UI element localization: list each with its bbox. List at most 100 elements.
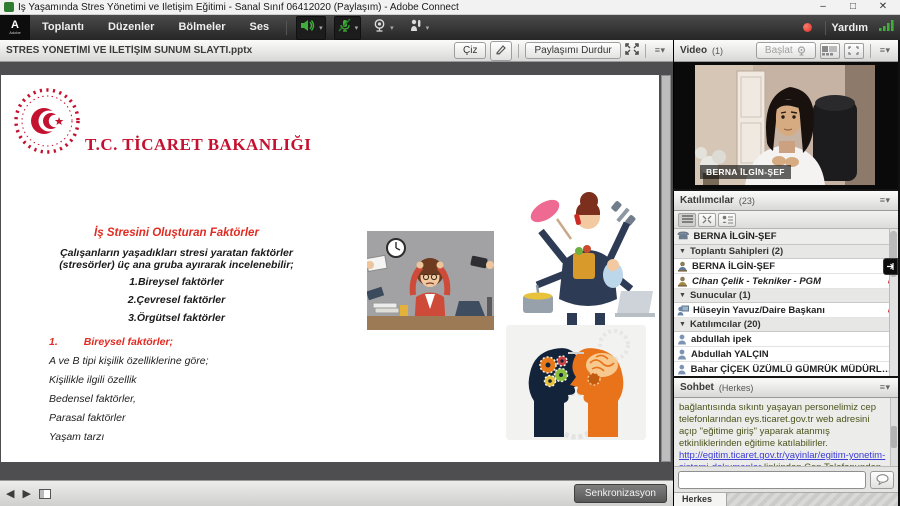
draw-button[interactable]: Çiz <box>454 42 486 59</box>
stop-sharing-button[interactable]: Paylaşımı Durdur <box>525 42 620 59</box>
host-badge-icon <box>677 261 688 272</box>
collapse-icon: ▼ <box>679 248 686 255</box>
ministry-title: T.C. TİCARET BAKANLIĞI <box>85 135 311 155</box>
slide-sub-list: 1.Bireysel faktörler; A ve B tipi kişili… <box>49 333 209 447</box>
sidebar: Video (1) Başlat <box>673 40 898 506</box>
microphone-control[interactable]: ▾ <box>334 16 362 40</box>
webcam-control[interactable]: ▾ <box>369 16 397 40</box>
chat-pod-header: Sohbet (Herkes) ≡ ▾ <box>674 378 898 398</box>
participants-title: Katılımcılar <box>680 195 734 206</box>
group-header-hosts[interactable]: ▼ Toplantı Sahipleri (2) <box>674 245 898 259</box>
menu-bolmeler[interactable]: Bölmeler <box>166 15 237 40</box>
group-header-participants[interactable]: ▼ Katılımcılar (20) <box>674 318 898 332</box>
video-pod-header: Video (1) Başlat <box>674 40 898 62</box>
participant-row[interactable]: BERNA İLGİN-ŞEF <box>674 259 898 274</box>
sync-button[interactable]: Senkronizasyon <box>574 484 667 503</box>
webcam-caret-icon[interactable]: ▾ <box>390 24 394 32</box>
main-area: STRES YÖNETİMİ VE İLETİŞİM SUNUM SLAYTI.… <box>0 40 900 506</box>
recording-indicator-icon <box>803 23 812 32</box>
active-speaker-name: BERNA İLGİN-ŞEF <box>693 231 776 242</box>
scrollbar-thumb[interactable] <box>891 426 897 448</box>
maximize-button[interactable]: □ <box>838 0 868 14</box>
speaker-control[interactable]: ▾ <box>296 16 326 40</box>
phone-icon: ☎ <box>677 231 689 242</box>
video-pod-menu-icon[interactable]: ≡ ▾ <box>877 45 892 56</box>
raise-hand-caret-icon[interactable]: ▾ <box>426 24 430 32</box>
fullscreen-icon[interactable] <box>625 42 639 60</box>
menu-toplanti[interactable]: Toplantı <box>30 15 96 40</box>
adobe-connect-window: İş Yaşamında Stres Yönetimi ve İletişim … <box>0 0 900 506</box>
chat-pod-menu-icon[interactable]: ≡ ▾ <box>877 382 892 393</box>
chat-tabs: Herkes <box>674 492 898 506</box>
participant-name: abdullah ipek <box>691 334 752 345</box>
video-count: (1) <box>712 46 723 56</box>
participants-scrollbar[interactable] <box>889 229 898 376</box>
raise-hand-icon <box>408 18 423 38</box>
chat-input-row <box>674 467 898 492</box>
webcam-icon <box>372 18 387 38</box>
microphone-caret-icon[interactable]: ▾ <box>355 24 359 32</box>
brain-heads-image <box>506 325 646 445</box>
participant-row[interactable]: Abdullah YALÇIN <box>674 347 898 362</box>
share-scrollbar[interactable] <box>661 75 671 462</box>
chat-scrollbar[interactable] <box>890 398 898 466</box>
status-view-icon[interactable] <box>718 213 736 227</box>
pointer-tool-button[interactable] <box>490 41 512 61</box>
participants-list: ☎ BERNA İLGİN-ŞEF ▼ Toplantı Sahipleri (… <box>674 229 898 376</box>
participant-name: BERNA İLGİN-ŞEF <box>692 261 775 272</box>
pointer-overlay-icon <box>883 258 898 275</box>
slide-item-1: 1.Bireysel faktörler <box>19 276 334 289</box>
close-button[interactable]: ✕ <box>868 0 898 14</box>
slide-intro-line2: (stresörler) üç ana gruba ayırarak incel… <box>19 259 334 271</box>
video-pod: Video (1) Başlat <box>673 40 898 189</box>
previous-slide-button[interactable]: ◀ <box>6 487 14 500</box>
participant-row[interactable]: Cihan Çelik - Tekniker - PGM ✎ <box>674 274 898 289</box>
next-slide-button[interactable]: ▶ <box>22 487 30 500</box>
participant-row[interactable]: Hüseyin Yavuz/Daire Başkanı ✎ <box>674 303 898 318</box>
chat-input[interactable] <box>678 471 866 489</box>
breakout-view-icon[interactable] <box>698 213 716 227</box>
attendee-icon <box>677 334 687 345</box>
send-chat-icon[interactable] <box>870 471 894 489</box>
participants-pod-menu-icon[interactable]: ≡ ▾ <box>877 195 892 206</box>
raise-hand-control[interactable]: ▾ <box>405 16 433 40</box>
menu-duzenler[interactable]: Düzenler <box>96 15 166 40</box>
slide: T.C. TİCARET BAKANLIĞI İş Stresini Oluşt… <box>1 75 659 462</box>
start-webcam-button[interactable]: Başlat <box>756 42 816 59</box>
adobe-logo: A Adobe <box>0 15 30 40</box>
participant-row[interactable]: Bahar ÇİÇEK ÜZÜMLÜ GÜMRÜK MÜDÜRLÜĞÜ <box>674 362 898 376</box>
start-webcam-label: Başlat <box>765 45 793 56</box>
slide-text-block: İş Stresini Oluşturan Faktörler Çalışanl… <box>19 227 334 325</box>
multitasking-woman-image <box>509 187 657 338</box>
participant-row[interactable]: abdullah ipek <box>674 332 898 347</box>
share-pod-controls: Çiz Paylaşımı Durdur ≡ ▾ <box>454 41 667 61</box>
chat-tab-everyone[interactable]: Herkes <box>674 493 727 506</box>
sub-item: Yaşam tarzı <box>49 428 209 447</box>
speaker-caret-icon[interactable]: ▾ <box>319 24 323 32</box>
shared-document-title: STRES YÖNETİMİ VE İLETİŞİM SUNUM SLAYTI.… <box>6 45 252 56</box>
sub-item: Kişilikle ilgili özellik <box>49 371 209 390</box>
video-layout-grid-icon[interactable] <box>820 43 840 59</box>
active-speaker-row[interactable]: ☎ BERNA İLGİN-ŞEF <box>674 229 898 245</box>
video-fullscreen-icon[interactable] <box>844 43 864 59</box>
group-header-presenters[interactable]: ▼ Sunucular (1) <box>674 289 898 303</box>
attendee-icon <box>677 364 687 375</box>
participants-toolbar <box>674 211 898 229</box>
participants-pod: Katılımcılar (23) ≡ ▾ <box>673 191 898 376</box>
video-pod-title: Video <box>680 45 707 56</box>
participant-name: Bahar ÇİÇEK ÜZÜMLÜ GÜMRÜK MÜDÜRLÜĞÜ <box>691 364 895 375</box>
menubar-separator <box>825 21 826 35</box>
minimize-button[interactable]: – <box>808 0 838 14</box>
ministry-logo-icon <box>13 87 81 160</box>
share-pod-menu-icon[interactable]: ≡ ▾ <box>652 45 667 56</box>
window-title: İş Yaşamında Stres Yönetimi ve İletişim … <box>18 2 808 13</box>
chat-messages: bağlantısında sıkıntı yaşayan personelim… <box>674 398 898 467</box>
adobe-connect-app-icon <box>4 2 14 12</box>
slide-heading: İş Stresini Oluşturan Faktörler <box>19 227 334 239</box>
participant-name: Abdullah YALÇIN <box>691 349 769 360</box>
menu-ses[interactable]: Ses <box>238 15 282 40</box>
list-view-icon[interactable] <box>678 213 696 227</box>
help-menu[interactable]: Yardım <box>831 22 868 34</box>
connection-signal-icon[interactable] <box>878 18 894 37</box>
sidebar-toggle-icon[interactable] <box>39 489 51 499</box>
